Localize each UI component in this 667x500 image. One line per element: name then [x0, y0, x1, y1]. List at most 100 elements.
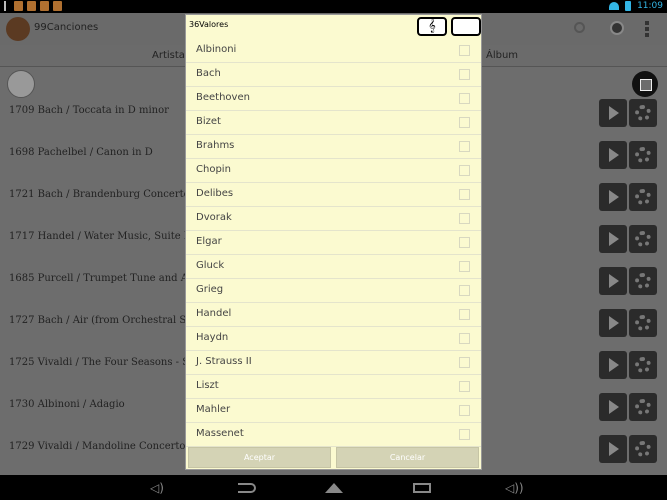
value-label: Delibes	[196, 188, 234, 199]
value-label: Bizet	[196, 116, 221, 127]
value-label: Handel	[196, 308, 232, 319]
list-item[interactable]: Liszt	[186, 375, 481, 399]
app-logo-icon[interactable]	[6, 17, 30, 41]
checkbox[interactable]	[459, 117, 470, 128]
app-title: 99Canciones	[34, 22, 99, 33]
home-icon[interactable]	[325, 483, 343, 493]
play-button[interactable]	[599, 225, 627, 253]
value-label: Liszt	[196, 380, 219, 391]
value-label: Dvorak	[196, 212, 232, 223]
play-button[interactable]	[599, 99, 627, 127]
dialog-header: 36Valores 𝄞	[186, 15, 481, 39]
checkbox[interactable]	[459, 261, 470, 272]
clock: 11:09	[637, 1, 663, 11]
play-button[interactable]	[599, 393, 627, 421]
track-title: 1727 Bach / Air (from Orchestral S	[9, 315, 187, 326]
checkbox[interactable]	[459, 381, 470, 392]
play-button[interactable]	[599, 435, 627, 463]
gear-icon[interactable]	[629, 225, 657, 253]
gear-icon[interactable]	[629, 351, 657, 379]
track-title: 1698 Pachelbel / Canon in D	[9, 147, 153, 158]
list-item[interactable]: Handel	[186, 303, 481, 327]
record-icon[interactable]	[610, 21, 624, 35]
list-item[interactable]: Elgar	[186, 231, 481, 255]
checkbox[interactable]	[459, 237, 470, 248]
checkbox[interactable]	[459, 45, 470, 56]
list-item[interactable]: Albinoni	[186, 39, 481, 63]
checkbox[interactable]	[459, 309, 470, 320]
list-item[interactable]: Chopin	[186, 159, 481, 183]
notification-icon	[40, 1, 49, 11]
list-item[interactable]: Dvorak	[186, 207, 481, 231]
treble-clef-button[interactable]: 𝄞	[417, 17, 447, 36]
usb-icon	[4, 1, 10, 11]
blank-button[interactable]	[451, 17, 481, 36]
gear-icon[interactable]	[629, 267, 657, 295]
checkbox[interactable]	[459, 69, 470, 80]
status-bar: 11:09	[0, 0, 667, 13]
list-item[interactable]: Grieg	[186, 279, 481, 303]
value-list[interactable]: Albinoni Bach Beethoven Bizet Brahms Cho…	[186, 39, 481, 447]
value-label: Albinoni	[196, 44, 237, 55]
checkbox[interactable]	[459, 213, 470, 224]
column-album[interactable]: Álbum	[486, 50, 518, 61]
gear-icon[interactable]	[629, 435, 657, 463]
checkbox[interactable]	[459, 141, 470, 152]
list-item[interactable]: Delibes	[186, 183, 481, 207]
back-icon[interactable]	[238, 483, 256, 493]
list-item[interactable]: Gluck	[186, 255, 481, 279]
cancel-button[interactable]: Cancelar	[336, 447, 479, 468]
notification-icon	[53, 1, 62, 11]
search-icon[interactable]	[574, 22, 585, 33]
track-title: 1685 Purcell / Trumpet Tune and A	[9, 273, 188, 284]
dialog-footer: Aceptar Cancelar	[186, 445, 481, 469]
play-button[interactable]	[599, 267, 627, 295]
volume-up-icon[interactable]: ◁))	[505, 481, 524, 495]
volume-down-icon[interactable]: ◁)	[150, 481, 164, 495]
value-label: Beethoven	[196, 92, 250, 103]
list-item[interactable]: Haydn	[186, 327, 481, 351]
checkbox[interactable]	[459, 189, 470, 200]
screen: 11:09 99Canciones Artista Álbum 1709 Bac…	[0, 0, 667, 500]
notification-icon	[14, 1, 23, 11]
list-item[interactable]: Beethoven	[186, 87, 481, 111]
checkbox[interactable]	[459, 165, 470, 176]
list-item[interactable]: Bach	[186, 63, 481, 87]
gear-icon[interactable]	[629, 183, 657, 211]
play-button[interactable]	[599, 309, 627, 337]
column-artist[interactable]: Artista	[152, 50, 185, 61]
notification-icons	[4, 1, 62, 11]
track-title: 1729 Vivaldi / Mandoline Concerto	[9, 441, 186, 452]
gear-icon[interactable]	[629, 141, 657, 169]
list-item[interactable]: Massenet	[186, 423, 481, 447]
play-button[interactable]	[599, 351, 627, 379]
checkbox[interactable]	[459, 405, 470, 416]
value-label: Gluck	[196, 260, 225, 271]
wifi-icon	[609, 2, 620, 10]
list-item[interactable]: J. Strauss II	[186, 351, 481, 375]
checkbox[interactable]	[459, 429, 470, 440]
play-button[interactable]	[599, 183, 627, 211]
battery-icon	[625, 1, 632, 11]
overflow-menu-icon[interactable]	[645, 21, 649, 37]
value-label: Mahler	[196, 404, 231, 415]
list-item[interactable]: Brahms	[186, 135, 481, 159]
gear-icon[interactable]	[629, 99, 657, 127]
gear-icon[interactable]	[629, 393, 657, 421]
track-title: 1721 Bach / Brandenburg Concerto	[9, 189, 190, 200]
checkbox[interactable]	[459, 333, 470, 344]
value-label: Massenet	[196, 428, 244, 439]
recents-icon[interactable]	[413, 483, 431, 493]
value-label: Bach	[196, 68, 221, 79]
gear-icon[interactable]	[629, 309, 657, 337]
track-title: 1730 Albinoni / Adagio	[9, 399, 125, 410]
values-dialog: 36Valores 𝄞 Albinoni Bach Beethoven Bize…	[185, 14, 482, 470]
accept-button[interactable]: Aceptar	[188, 447, 331, 468]
list-item[interactable]: Mahler	[186, 399, 481, 423]
play-button[interactable]	[599, 141, 627, 169]
navigation-bar: ◁) ◁))	[0, 475, 667, 500]
checkbox[interactable]	[459, 357, 470, 368]
checkbox[interactable]	[459, 93, 470, 104]
list-item[interactable]: Bizet	[186, 111, 481, 135]
checkbox[interactable]	[459, 285, 470, 296]
